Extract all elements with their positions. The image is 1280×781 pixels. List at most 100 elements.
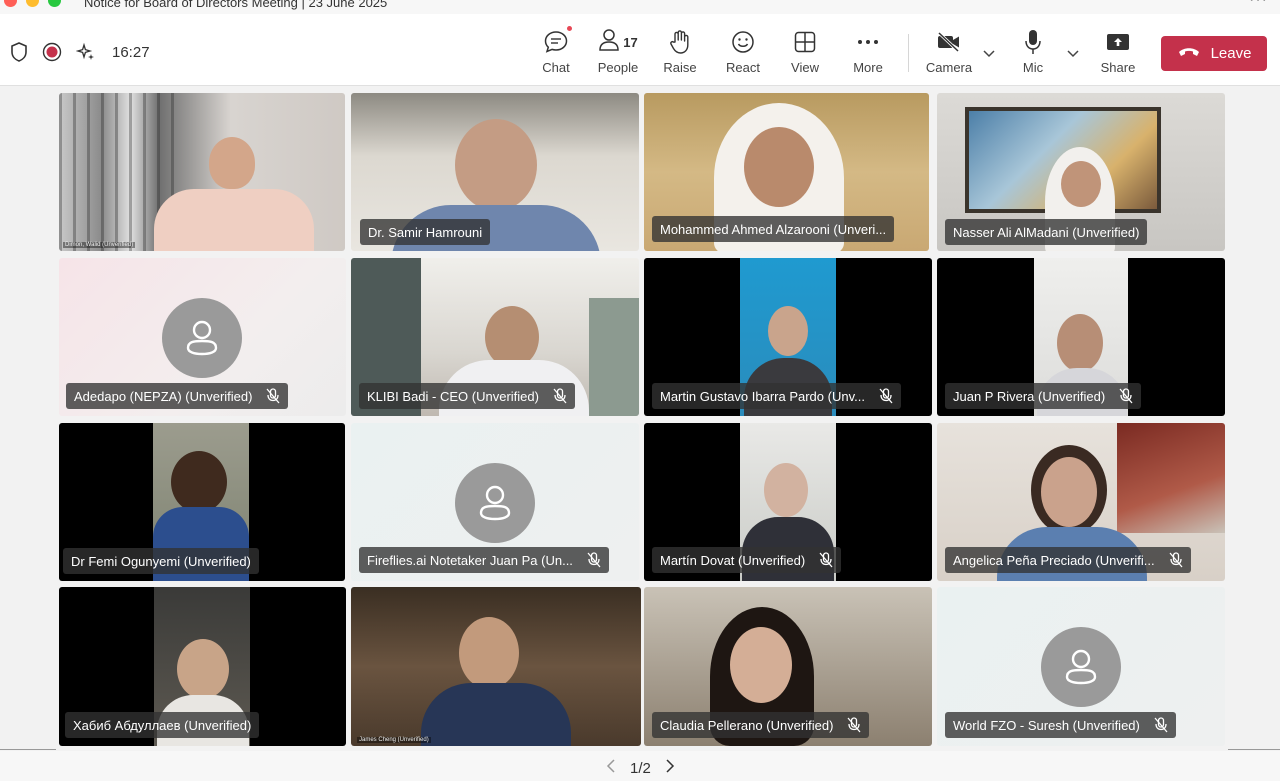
mic-muted-icon [1154,717,1168,733]
chat-label: Chat [542,60,570,75]
window-zoom-button[interactable] [48,0,61,7]
participant-face [744,127,814,207]
avatar [162,298,242,378]
participant-nameplate: Dr. Samir Hamrouni [360,219,491,245]
camera-button[interactable]: Camera [924,28,974,78]
participant-grid: Dimon, Walid (Unverified) Dr. Samir Hamr… [0,86,1280,751]
more-icon [857,28,879,56]
participant-tile[interactable]: Хабиб Абдуллаев (Unverified) [59,587,346,746]
chevron-right-icon[interactable] [665,759,675,777]
participant-nameplate: Juan P Rivera (Unverified) [945,383,1142,409]
mic-icon [1024,28,1042,56]
participant-name: Claudia Pellerano (Unverified) [660,717,834,733]
grid-view-icon [794,28,816,56]
participant-face [1057,314,1103,372]
toolbar-divider [908,34,909,72]
recording-icon[interactable] [42,42,62,62]
chat-icon [543,25,573,56]
hand-icon [669,28,691,56]
people-button[interactable]: 17 People [596,28,640,78]
participant-face [730,627,792,703]
meeting-status: 16:27 [10,40,150,64]
chat-unread-dot [566,25,573,32]
chat-button[interactable]: Chat [538,25,574,78]
participant-face [459,617,519,689]
mic-muted-icon [266,388,280,404]
more-label: More [853,60,883,75]
participant-face [455,119,537,211]
view-label: View [791,60,819,75]
view-button[interactable]: View [788,28,822,78]
participant-tile[interactable]: Dimon, Walid (Unverified) [59,93,345,251]
camera-options-chevron-icon[interactable] [982,46,996,64]
participant-tile[interactable]: Adedapo (NEPZA) (Unverified) [59,258,346,416]
participant-face [209,137,255,189]
window-minimize-button[interactable] [26,0,39,7]
participant-nameplate: Nasser Ali AlMadani (Unverified) [945,219,1148,245]
participant-name: Nasser Ali AlMadani (Unverified) [953,224,1140,240]
pagination: 1/2 [606,759,675,777]
window-close-button[interactable] [4,0,17,7]
mic-muted-icon [587,552,601,568]
sparkle-icon[interactable] [76,42,96,62]
mic-label: Mic [1022,60,1044,75]
divider [1228,749,1280,750]
participant-tile[interactable]: KLIBI Badi - CEO (Unverified) [351,258,639,416]
participant-face [1041,457,1097,527]
participant-tile[interactable]: Martin Gustavo Ibarra Pardo (Unv... [644,258,932,416]
mic-options-chevron-icon[interactable] [1066,46,1080,64]
person-icon [1065,649,1097,685]
participant-nameplate: Angelica Peña Preciado (Unverifi... [945,547,1191,573]
avatar [1041,627,1121,707]
participant-tile[interactable]: Nasser Ali AlMadani (Unverified) [937,93,1225,251]
share-button[interactable]: Share [1100,28,1136,78]
participant-face [485,306,539,368]
participant-name: Хабиб Абдуллаев (Unverified) [73,717,252,733]
meeting-toolbar: 16:27 Chat 17 People Raise React View Mo… [0,14,1280,86]
chevron-left-icon[interactable] [606,759,616,777]
participant-tile[interactable]: Dr. Samir Hamrouni [351,93,639,251]
participant-tile[interactable]: Fireflies.ai Notetaker Juan Pa (Un... [351,423,639,581]
people-count: 17 [623,34,638,50]
participant-nameplate: Dr Femi Ogunyemi (Unverified) [63,548,259,574]
mic-muted-icon [879,388,893,404]
participant-face [768,306,808,356]
camera-off-icon [936,28,962,56]
participant-tile[interactable]: James Cheng (Unverified) [351,587,641,746]
participant-tile[interactable]: World FZO - Suresh (Unverified) [937,587,1225,746]
mic-muted-icon [847,717,861,733]
person-icon [479,485,511,521]
mic-muted-icon [1169,552,1183,568]
participant-name: Mohammed Ahmed Alzarooni (Unveri... [660,221,887,237]
avatar [455,463,535,543]
participant-name: Fireflies.ai Notetaker Juan Pa (Un... [367,552,573,568]
shield-icon[interactable] [10,42,28,62]
participant-name: Angelica Peña Preciado (Unverifi... [953,552,1155,568]
participant-name: Dr. Samir Hamrouni [368,224,483,240]
more-button[interactable]: More [850,28,886,78]
leave-button[interactable]: Leave [1161,36,1267,71]
meeting-timer: 16:27 [112,43,150,61]
window-more-icon[interactable]: ··· [1249,0,1268,9]
participant-name: Martin Gustavo Ibarra Pardo (Unv... [660,388,865,404]
participant-face [764,463,808,517]
participant-tile[interactable]: Claudia Pellerano (Unverified) [644,587,932,746]
react-button[interactable]: React [724,28,762,78]
mic-button[interactable]: Mic [1018,28,1048,78]
participant-tile[interactable]: Juan P Rivera (Unverified) [937,258,1225,416]
participant-tile[interactable]: Martín Dovat (Unverified) [644,423,932,581]
window-titlebar: Notice for Board of Directors Meeting | … [0,0,1280,14]
participant-tile[interactable]: Dr Femi Ogunyemi (Unverified) [59,423,345,581]
page-indicator: 1/2 [630,759,651,777]
mic-muted-icon [1119,388,1133,404]
participant-tile[interactable]: Mohammed Ahmed Alzarooni (Unveri... [644,93,929,251]
participant-nameplate: Хабиб Абдуллаев (Unverified) [65,712,260,738]
participant-body [421,683,571,746]
raise-label: Raise [663,60,697,75]
participant-nameplate: Martín Dovat (Unverified) [652,547,842,573]
participant-body [154,189,314,251]
participant-tile[interactable]: Angelica Peña Preciado (Unverifi... [937,423,1225,581]
participant-nameplate: Martin Gustavo Ibarra Pardo (Unv... [652,383,901,409]
raise-hand-button[interactable]: Raise [662,28,698,78]
participant-face [1061,161,1101,207]
